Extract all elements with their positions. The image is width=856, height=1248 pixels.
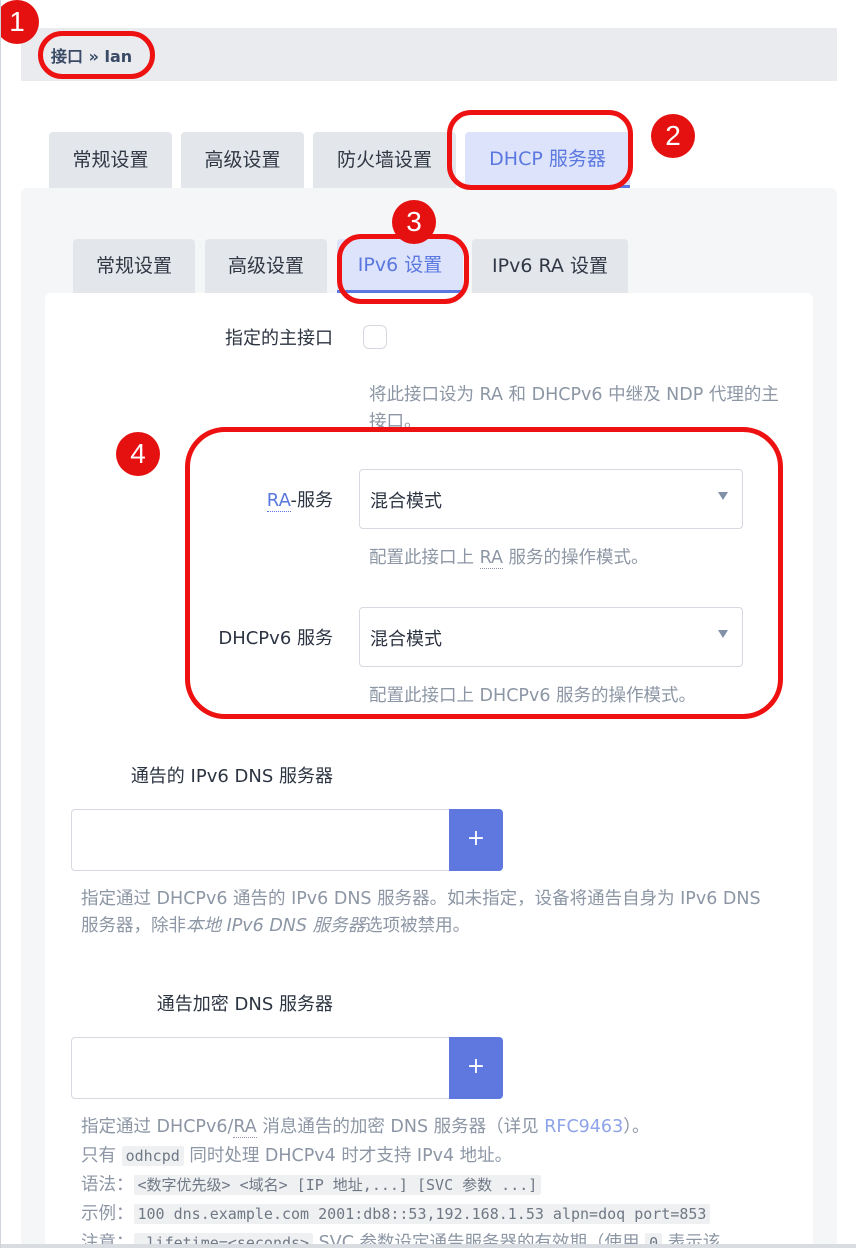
annotation-ring-2	[447, 110, 633, 190]
dns-help-post: 选项被禁用。	[365, 916, 471, 936]
encrypted-dns-input[interactable]	[71, 1037, 451, 1099]
page: 接口 » lan 常规设置 高级设置 防火墙设置 DHCP 服务器 常规设置 高…	[0, 0, 856, 1248]
encrypted-help-line2: 只有 odhcpd 同时处理 DHCPv4 时才支持 IPv4 地址。	[81, 1143, 781, 1170]
encrypted-dns-help: 指定通过 DHCPv6/RA 消息通告的加密 DNS 服务器（详见 RFC946…	[81, 1114, 781, 1248]
window-bottom-edge	[1, 1244, 856, 1248]
annotation-badge-3: 3	[392, 200, 436, 244]
ra-abbr: RA	[233, 1117, 257, 1138]
code-odhcpd: odhcpd	[121, 1146, 184, 1166]
help-text: 只有	[81, 1146, 122, 1166]
subtab-advanced[interactable]: 高级设置	[205, 239, 327, 293]
tab-firewall[interactable]: 防火墙设置	[313, 132, 456, 188]
annotation-ring-3	[337, 234, 469, 304]
dns-help-em: 本地 IPv6 DNS 服务器	[186, 916, 366, 936]
help-text: 消息通告的加密 DNS 服务器（详见	[256, 1117, 545, 1137]
tab-advanced[interactable]: 高级设置	[181, 132, 304, 188]
annotation-badge-4: 4	[116, 432, 160, 476]
master-checkbox[interactable]	[363, 325, 387, 349]
help-text: ）。	[623, 1117, 650, 1137]
subtab-general[interactable]: 常规设置	[73, 239, 195, 293]
annotation-badge-2: 2	[651, 114, 695, 158]
encrypted-dns-label: 通告加密 DNS 服务器	[156, 994, 333, 1015]
dns-server-input[interactable]	[71, 809, 451, 871]
help-text: 指定通过 DHCPv6/	[81, 1117, 234, 1137]
help-text: 同时处理 DHCPv4 时才支持 IPv4 地址。	[183, 1146, 513, 1166]
encrypted-help-line4: 示例： 100 dns.example.com 2001:db8::53,192.…	[81, 1201, 781, 1228]
help-text: 示例：	[81, 1204, 134, 1224]
code-example: 100 dns.example.com 2001:db8::53,192.168…	[133, 1204, 711, 1224]
annotation-ring-4	[185, 427, 783, 719]
master-label: 指定的主接口	[225, 328, 333, 349]
dns-servers-help: 指定通过 DHCPv6 通告的 IPv6 DNS 服务器。如未指定，设备将通告自…	[81, 886, 781, 940]
add-encrypted-dns-button[interactable]: +	[449, 1037, 503, 1099]
subtab-ipv6-ra[interactable]: IPv6 RA 设置	[472, 239, 628, 293]
help-text: 语法：	[81, 1175, 134, 1195]
encrypted-help-line1: 指定通过 DHCPv6/RA 消息通告的加密 DNS 服务器（详见 RFC946…	[81, 1114, 781, 1141]
annotation-ring-1	[38, 31, 155, 79]
encrypted-help-line3: 语法： <数字优先级> <域名> [IP 地址,...] [SVC 参数 ...]	[81, 1172, 781, 1199]
dns-servers-label: 通告的 IPv6 DNS 服务器	[130, 766, 333, 787]
tab-general[interactable]: 常规设置	[49, 132, 172, 188]
rfc9463-link[interactable]: RFC9463	[544, 1117, 623, 1137]
code-syntax: <数字优先级> <域名> [IP 地址,...] [SVC 参数 ...]	[133, 1175, 542, 1195]
add-dns-server-button[interactable]: +	[449, 809, 503, 871]
